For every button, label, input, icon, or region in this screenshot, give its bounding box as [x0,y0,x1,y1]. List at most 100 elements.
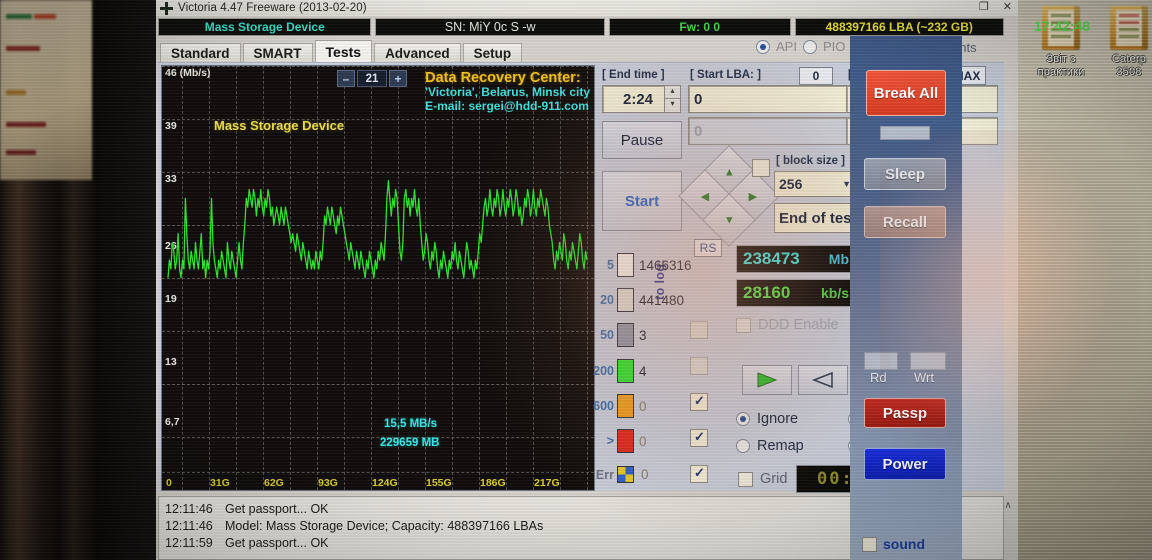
window-clock: 17:42:48 [1034,18,1091,34]
block-row: 5 1466316 [586,253,692,277]
tab-standard[interactable]: Standard [160,43,241,62]
block-count: 3 [639,327,647,343]
speed-plot-line [167,180,588,279]
desktop-icon-caterpillar[interactable]: Caterp 3508 [1098,6,1152,79]
power-button[interactable]: Power [864,448,946,480]
block-threshold: 600 [593,399,614,413]
tab-advanced[interactable]: Advanced [374,43,461,62]
dpad-loop-checkbox[interactable] [752,159,770,177]
defect-remap[interactable]: Remap [736,438,804,454]
start-lba-zero-button[interactable]: 0 [799,67,833,85]
rd-label: Rd [870,370,887,385]
radio-remap[interactable] [736,439,750,453]
block-threshold: 50 [600,328,614,342]
speed-graph[interactable]: 46 (Mb/s) 39 33 26 19 13 6,7 0 31G 62G 9… [161,65,595,491]
arrow-right-icon[interactable]: ▶ [749,190,757,203]
log-text: Model: Mass Storage Device; Capacity: 48… [225,519,544,533]
end-time-stepper[interactable]: ▴ ▾ [664,85,681,113]
log-checkbox[interactable] [690,357,708,375]
speed-value: 28160 [743,283,791,302]
defect-ignore[interactable]: Ignore [736,411,798,427]
arrow-left-icon[interactable]: ◀ [701,190,709,203]
rd-led [864,352,898,370]
start-lba-label: [ Start LBA: ] [690,69,761,81]
desktop-icon-report[interactable]: Звіт з практики [1030,6,1092,79]
log-checkbox[interactable] [690,321,708,339]
rs-button[interactable]: RS [694,239,722,257]
ddd-enable-checkbox[interactable] [736,317,751,333]
sleep-button[interactable]: Sleep [864,158,946,190]
log-checkbox[interactable]: ✓ [690,465,708,483]
block-count: 0 [639,433,647,449]
block-row: 200 4 [586,359,647,383]
device-capacity-field: 488397166 LBA (~232 GB) [794,18,1004,36]
pause-button[interactable]: Pause [602,121,682,159]
block-threshold: 200 [593,364,614,378]
desktop-icon-label-line2: практики [1037,66,1085,78]
end-of-test-value: End of test [779,209,857,227]
log-time: 12:11:59 [165,536,213,550]
radio-pio[interactable] [802,39,817,54]
block-size-value: 256 [779,176,803,192]
block-swatch [617,359,634,383]
arrow-up-icon[interactable]: ▲ [724,166,735,178]
sound-label: sound [883,536,925,552]
recall-button[interactable]: Recall [864,206,946,238]
play-forward-button[interactable] [742,365,792,395]
start-button[interactable]: Start [602,171,682,231]
block-count: 1466316 [639,257,692,273]
close-icon[interactable]: ✕ [1003,0,1012,13]
screenshot-root: Звіт з практики Caterp 3508 Victoria 4.4… [0,0,1152,560]
sound-checkbox-row[interactable]: sound [862,536,925,552]
block-count: 0 [639,398,647,414]
log-checkbox[interactable]: ✓ [690,393,708,411]
radio-api[interactable] [756,39,770,54]
block-count: 441480 [639,292,685,308]
tab-bar: Standard SMART Tests Advanced Setup [160,40,524,62]
radio-ignore[interactable] [736,412,750,426]
block-count: 0 [641,467,649,482]
grid-checkbox[interactable] [738,471,753,487]
maximize-icon[interactable]: ❐ [979,0,989,13]
start-lba-input[interactable]: 0 [688,85,850,113]
device-info-bar: Mass Storage Device SN: MiY 0c S -w Fw: … [158,18,1004,36]
wrt-label: Wrt [914,370,934,385]
play-backward-button[interactable] [798,365,848,395]
defect-ignore-label: Ignore [757,411,799,427]
block-threshold: 5 [607,258,614,272]
block-swatch [617,253,634,277]
annotation-speed: 15,5 MB/s [384,418,438,430]
wrt-led [910,352,946,370]
processed-unit: Mb [828,251,849,267]
block-row-errors: Err 0 [586,466,649,483]
app-plus-icon [160,1,173,15]
tab-tests[interactable]: Tests [314,40,373,62]
arrow-down-icon[interactable]: ▼ [724,214,735,226]
tab-smart[interactable]: SMART [242,43,313,62]
block-row: 20 441480 [586,288,684,312]
block-size-label: [ block size ] [776,155,846,167]
block-threshold: Err [595,467,614,482]
log-scroll-up-icon[interactable]: ∧ [1002,500,1014,556]
desktop-background: Звіт з практики Caterp 3508 [1018,0,1152,560]
tab-setup[interactable]: Setup [462,43,523,62]
desktop-icon-label-line2: 3508 [1116,66,1142,78]
window-title: Victoria 4.47 Freeware (2013-02-20) [178,2,367,14]
monitor-bezel-left [0,0,156,560]
grid-checkbox-row[interactable]: Grid [738,471,787,487]
break-all-button[interactable]: Break All [866,70,946,116]
block-row: 600 0 [586,394,647,418]
log-checkbox[interactable]: ✓ [690,429,708,447]
block-swatch [617,323,634,347]
block-size-select[interactable]: 256 ▼ [774,171,856,197]
block-count: 4 [639,363,647,379]
device-firmware-field: Fw: 0 0 [608,18,791,36]
log-time: 12:11:46 [165,502,213,516]
block-swatch [617,288,634,312]
ddd-enable-row[interactable]: DDD Enable [736,317,839,333]
passport-button[interactable]: Passp [864,398,946,428]
sound-checkbox[interactable] [862,536,877,552]
speed-unit: kb/s [820,285,849,301]
window-titlebar: Victoria 4.47 Freeware (2013-02-20) ❐ ✕ [156,0,1018,16]
defect-remap-label: Remap [757,438,804,454]
